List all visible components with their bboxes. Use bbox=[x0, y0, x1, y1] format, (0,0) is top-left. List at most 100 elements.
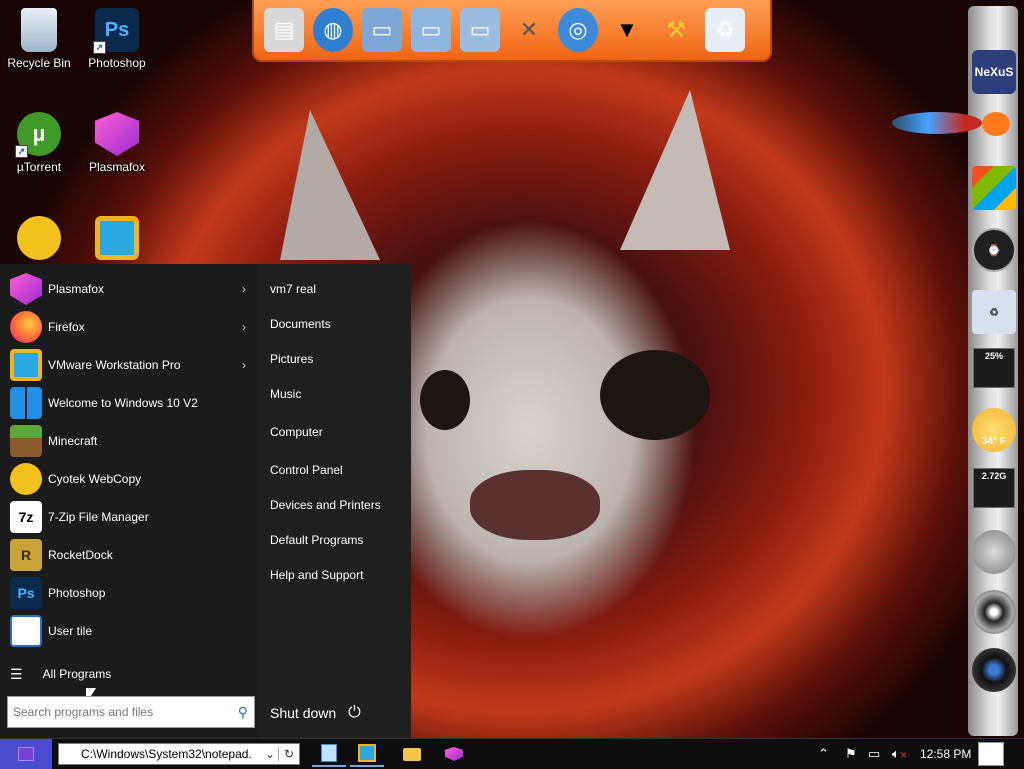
speaker-icon[interactable] bbox=[972, 590, 1016, 634]
mute-x-icon: ✕ bbox=[899, 750, 908, 760]
start-item-firefox[interactable]: Firefox › bbox=[0, 308, 258, 346]
desktop-icon-plasmafox[interactable]: Plasmafox bbox=[78, 112, 156, 174]
address-bar[interactable]: C:\Windows\System32\notepad. ⌄ ↻ bbox=[58, 743, 300, 765]
place-documents[interactable]: Documents bbox=[270, 317, 331, 331]
place-music[interactable]: Music bbox=[270, 387, 301, 401]
memory-meter: 2.72G bbox=[973, 468, 1015, 508]
start-item-label: Cyotek WebCopy bbox=[48, 472, 142, 486]
start-item-vmware[interactable]: VMware Workstation Pro › bbox=[0, 346, 258, 384]
taskbar-app-plasmafox[interactable] bbox=[437, 741, 471, 767]
user-avatar-icon[interactable] bbox=[978, 742, 1004, 766]
recycle-bin-icon[interactable]: ♻ bbox=[972, 290, 1016, 334]
start-item-minecraft[interactable]: Minecraft bbox=[0, 422, 258, 460]
refresh-icon[interactable]: ↻ bbox=[278, 747, 299, 761]
volume-muted-icon[interactable]: 🔈︎✕ bbox=[892, 746, 907, 762]
firefox-icon bbox=[10, 311, 42, 343]
place-computer[interactable]: Computer bbox=[270, 425, 323, 439]
place-vm7-real[interactable]: vm7 real bbox=[270, 282, 316, 296]
vmware-icon bbox=[10, 349, 42, 381]
start-item-label: VMware Workstation Pro bbox=[48, 358, 181, 372]
globe-document-icon[interactable]: ◍ bbox=[313, 8, 353, 52]
chevron-right-icon: › bbox=[242, 358, 246, 372]
webcopy-icon bbox=[17, 216, 61, 260]
taskbar-clock[interactable]: 12:58 PM bbox=[920, 747, 971, 761]
start-item-label: User tile bbox=[48, 624, 93, 638]
weather-gadget[interactable]: 34° F bbox=[972, 408, 1016, 452]
place-default-programs[interactable]: Default Programs bbox=[270, 533, 363, 547]
tools-icon[interactable]: ✕ bbox=[509, 8, 549, 52]
camera-icon[interactable] bbox=[972, 648, 1016, 692]
start-item-7zip[interactable]: 7z 7-Zip File Manager bbox=[0, 498, 258, 536]
chevron-down-icon[interactable]: ⌄ bbox=[262, 747, 278, 761]
start-item-photoshop[interactable]: Ps Photoshop bbox=[0, 574, 258, 612]
taskbar-app-notepad[interactable] bbox=[312, 741, 346, 767]
shutdown-label: Shut down bbox=[270, 705, 337, 721]
presentation-icon[interactable]: ▤ bbox=[264, 8, 304, 52]
wallpaper-cat-eye-left bbox=[420, 370, 470, 430]
windows-logo-icon[interactable] bbox=[972, 166, 1016, 210]
search-programs-input[interactable] bbox=[8, 704, 238, 720]
wallpaper-cat-mouth bbox=[470, 470, 600, 540]
start-item-cyotek-webcopy[interactable]: Cyotek WebCopy bbox=[0, 460, 258, 498]
rocketdock-bar: ▤ ◍ ▭ ▭ ▭ ✕ ◎ ▼ ⚒ ♻ bbox=[252, 0, 772, 62]
desktop-icon-photoshop[interactable]: Ps ➚ Photoshop bbox=[78, 8, 156, 70]
folder-icon[interactable]: ▭ bbox=[362, 8, 402, 52]
desktop-icon-vmware[interactable] bbox=[78, 216, 156, 260]
7zip-icon: 7z bbox=[10, 501, 42, 533]
network-icon[interactable]: ▭ bbox=[868, 746, 880, 762]
start-item-label: 7-Zip File Manager bbox=[48, 510, 149, 524]
folder-pictures-icon[interactable]: ▭ bbox=[411, 8, 451, 52]
action-center-flag-icon[interactable]: ⚑ bbox=[845, 746, 857, 762]
vmware-icon bbox=[95, 216, 139, 260]
clock-gadget-icon[interactable]: ⌚ bbox=[972, 228, 1016, 272]
start-item-rocketdock[interactable]: R RocketDock bbox=[0, 536, 258, 574]
hammer-icon[interactable]: ⚒ bbox=[656, 8, 696, 52]
goldfish-icon[interactable] bbox=[982, 112, 1010, 136]
place-control-panel[interactable]: Control Panel bbox=[270, 463, 343, 477]
search-icon[interactable]: ⚲ bbox=[238, 704, 248, 721]
desktop-icon-recycle-bin[interactable]: Recycle Bin bbox=[0, 8, 78, 70]
address-text: C:\Windows\System32\notepad. bbox=[81, 747, 252, 761]
internet-globe-icon[interactable]: ◎ bbox=[558, 8, 598, 52]
network-globe-icon[interactable] bbox=[972, 530, 1016, 574]
start-item-label: Minecraft bbox=[48, 434, 98, 448]
recycle-bin-icon[interactable]: ♻ bbox=[705, 8, 745, 52]
start-button[interactable] bbox=[0, 739, 52, 769]
photoshop-icon: Ps ➚ bbox=[93, 8, 139, 54]
place-pictures[interactable]: Pictures bbox=[270, 352, 313, 366]
all-programs-button[interactable]: ☰ All Programs bbox=[0, 662, 258, 686]
desktop-icon-utorrent[interactable]: µ ➚ µTorrent bbox=[0, 112, 78, 174]
start-item-welcome-windows[interactable]: Welcome to Windows 10 V2 bbox=[0, 384, 258, 422]
start-item-label: Firefox bbox=[48, 320, 85, 334]
place-devices-and-printers[interactable]: Devices and Printers bbox=[270, 498, 381, 512]
cpu-meter: 25% bbox=[973, 348, 1015, 388]
user-tile-icon bbox=[10, 615, 42, 647]
aquarium-fish-icon[interactable] bbox=[892, 112, 982, 134]
plasmafox-icon bbox=[95, 112, 139, 156]
start-item-label: Plasmafox bbox=[48, 282, 105, 296]
search-programs-box[interactable]: ⚲ bbox=[7, 696, 255, 728]
minecraft-icon bbox=[10, 425, 42, 457]
shutdown-button[interactable]: Shut down ⏻ bbox=[270, 704, 361, 722]
desktop-icon-label: Photoshop bbox=[88, 56, 146, 70]
chevron-right-icon: › bbox=[242, 282, 246, 296]
start-orb-icon bbox=[18, 747, 34, 761]
tshirt-icon[interactable]: ▼ bbox=[607, 8, 647, 52]
recycle-bin-icon bbox=[21, 8, 57, 52]
chevron-up-icon[interactable]: ⌃ bbox=[818, 746, 829, 762]
folder-network-icon[interactable]: ▭ bbox=[460, 8, 500, 52]
desktop-icon-webcopy[interactable] bbox=[0, 216, 78, 260]
plasmafox-icon bbox=[445, 747, 463, 761]
start-menu: Plasmafox › Firefox › VMware Workstation… bbox=[0, 264, 411, 738]
place-help-and-support[interactable]: Help and Support bbox=[270, 568, 363, 582]
taskbar-app-vmware[interactable] bbox=[350, 741, 384, 767]
start-item-label: Welcome to Windows 10 V2 bbox=[48, 396, 198, 410]
nexus-logo[interactable]: NeXuS bbox=[972, 50, 1016, 94]
plasmafox-icon bbox=[10, 273, 42, 305]
start-item-plasmafox[interactable]: Plasmafox › bbox=[0, 270, 258, 308]
taskbar-app-explorer[interactable] bbox=[395, 741, 429, 767]
vmware-icon bbox=[358, 744, 376, 762]
all-programs-label: All Programs bbox=[42, 667, 112, 681]
webcopy-icon bbox=[10, 463, 42, 495]
start-item-user-tile[interactable]: User tile bbox=[0, 612, 258, 650]
